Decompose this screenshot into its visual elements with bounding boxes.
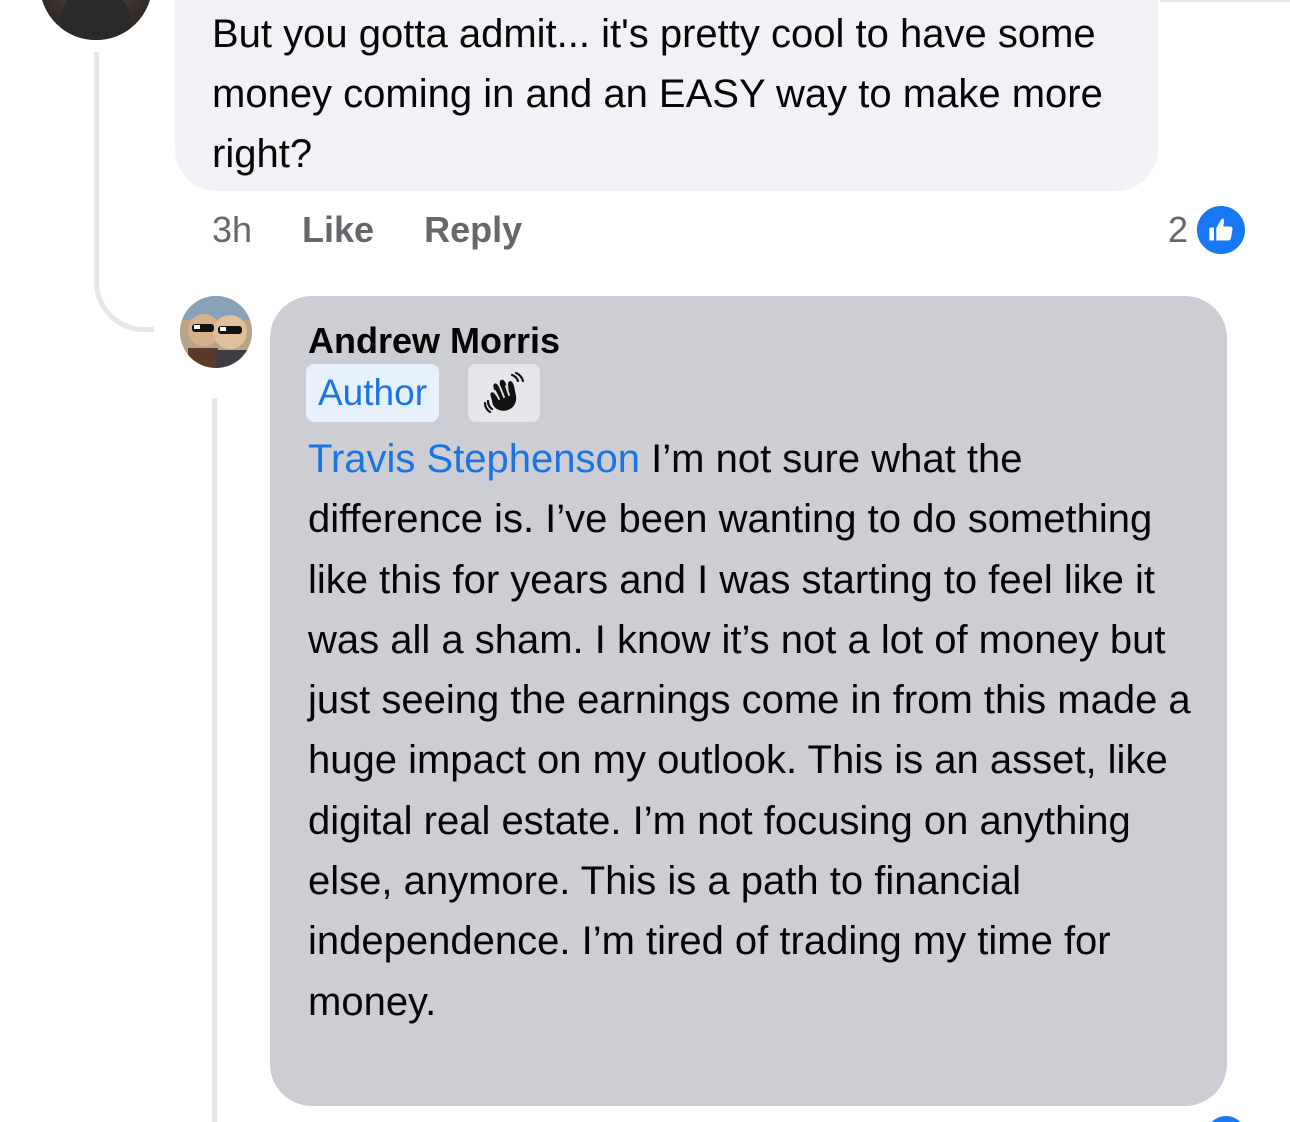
comment-text: Travis Stephenson I’m not sure what the … (308, 429, 1208, 1032)
comment-bubble: But you gotta admit... it's pretty cool … (175, 0, 1158, 191)
comment-thread: But you gotta admit... it's pretty cool … (0, 0, 1290, 1122)
comment-timestamp[interactable]: 3h (212, 209, 252, 251)
reaction-count: 2 (1168, 209, 1189, 250)
avatar[interactable] (180, 296, 252, 368)
mention-link[interactable]: Travis Stephenson (308, 437, 640, 481)
comment-actions: 3h Like Reply (212, 205, 572, 255)
like-button[interactable]: Like (302, 209, 374, 251)
avatar-figure (60, 0, 130, 40)
reply-button[interactable]: Reply (424, 209, 522, 251)
reaction-indicator (1206, 1116, 1246, 1122)
waving-hand-icon[interactable] (468, 364, 540, 422)
comment-author-name[interactable]: Andrew Morris (308, 320, 560, 362)
comment-text: But you gotta admit... it's pretty cool … (212, 12, 1103, 176)
author-badge[interactable]: Author (306, 364, 440, 422)
comment-bubble-highlighted: Andrew Morris Author Travis Stephenson I… (270, 296, 1227, 1106)
comment-body: I’m not sure what the difference is. I’v… (308, 437, 1191, 1024)
reaction-summary[interactable]: 2 (1168, 203, 1249, 257)
thread-connector (212, 398, 217, 1122)
thumbs-up-icon (1194, 203, 1249, 257)
divider (1160, 0, 1290, 2)
avatar[interactable] (40, 0, 152, 40)
thread-connector (94, 52, 154, 332)
